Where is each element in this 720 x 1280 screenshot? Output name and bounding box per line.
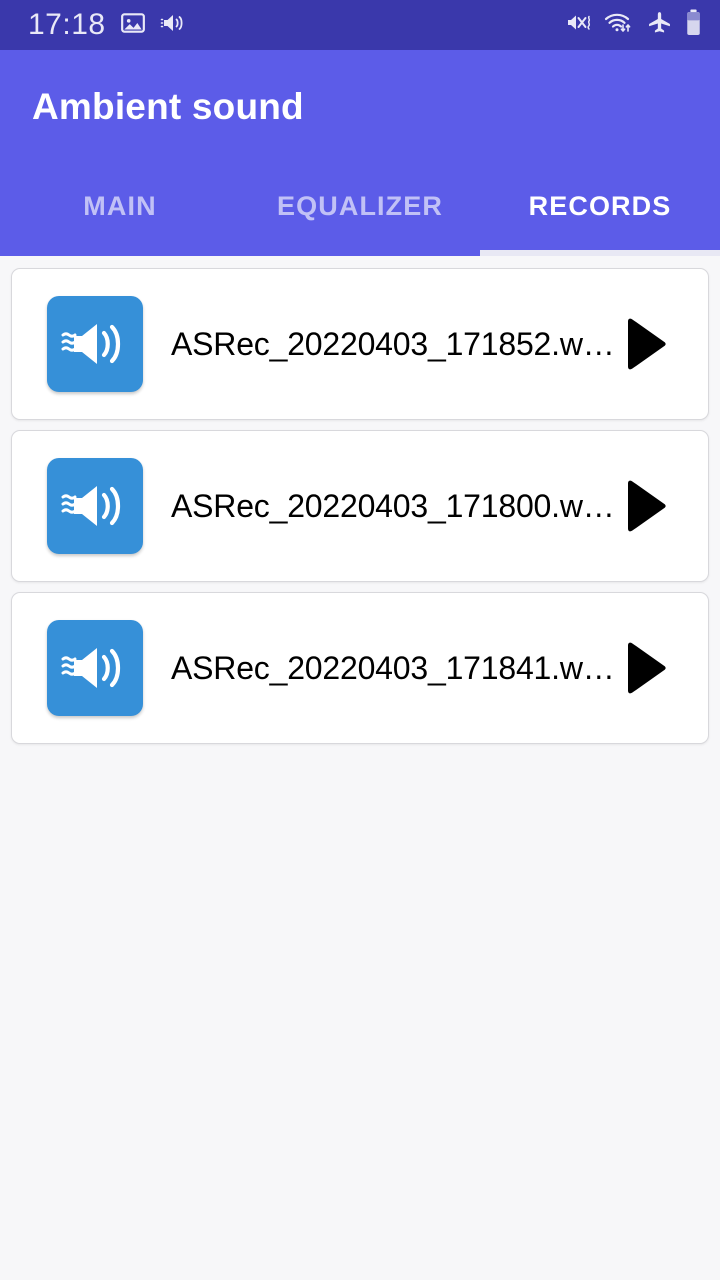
record-item[interactable]: ASRec_20220403_171852.w…	[11, 268, 709, 420]
tab-records-label: RECORDS	[528, 191, 672, 221]
image-icon	[120, 10, 146, 41]
play-icon[interactable]	[614, 312, 678, 376]
tab-records[interactable]: RECORDS	[480, 163, 720, 256]
volume-icon	[160, 10, 188, 41]
page-title: Ambient sound	[32, 85, 304, 127]
app-root: 17:18 Ambient sound MAIN EQUALIZER RECOR…	[0, 0, 720, 1280]
tab-main[interactable]: MAIN	[0, 163, 240, 256]
app-bar: Ambient sound	[0, 50, 720, 163]
records-list: ASRec_20220403_171852.w… ASRec_20220403_…	[0, 256, 720, 1280]
status-bar: 17:18	[0, 0, 720, 50]
tab-equalizer-label: EQUALIZER	[277, 191, 443, 221]
status-bar-clock: 17:18	[28, 8, 106, 41]
tab-main-label: MAIN	[83, 191, 157, 221]
record-filename: ASRec_20220403_171852.w…	[171, 325, 614, 362]
wifi-icon	[604, 10, 634, 40]
speaker-waves-icon	[47, 296, 143, 392]
tab-bar: MAIN EQUALIZER RECORDS	[0, 163, 720, 256]
mute-vibrate-icon	[565, 10, 592, 40]
record-item[interactable]: ASRec_20220403_171800.w…	[11, 430, 709, 582]
play-icon[interactable]	[614, 636, 678, 700]
battery-icon	[685, 9, 702, 41]
airplane-mode-icon	[646, 10, 673, 40]
record-filename: ASRec_20220403_171800.w…	[171, 487, 614, 524]
status-bar-right	[565, 9, 702, 41]
status-bar-left: 17:18	[28, 10, 188, 41]
record-item[interactable]: ASRec_20220403_171841.w…	[11, 592, 709, 744]
record-filename: ASRec_20220403_171841.w…	[171, 649, 614, 686]
tab-equalizer[interactable]: EQUALIZER	[240, 163, 480, 256]
play-icon[interactable]	[614, 474, 678, 538]
speaker-waves-icon	[47, 458, 143, 554]
speaker-waves-icon	[47, 620, 143, 716]
